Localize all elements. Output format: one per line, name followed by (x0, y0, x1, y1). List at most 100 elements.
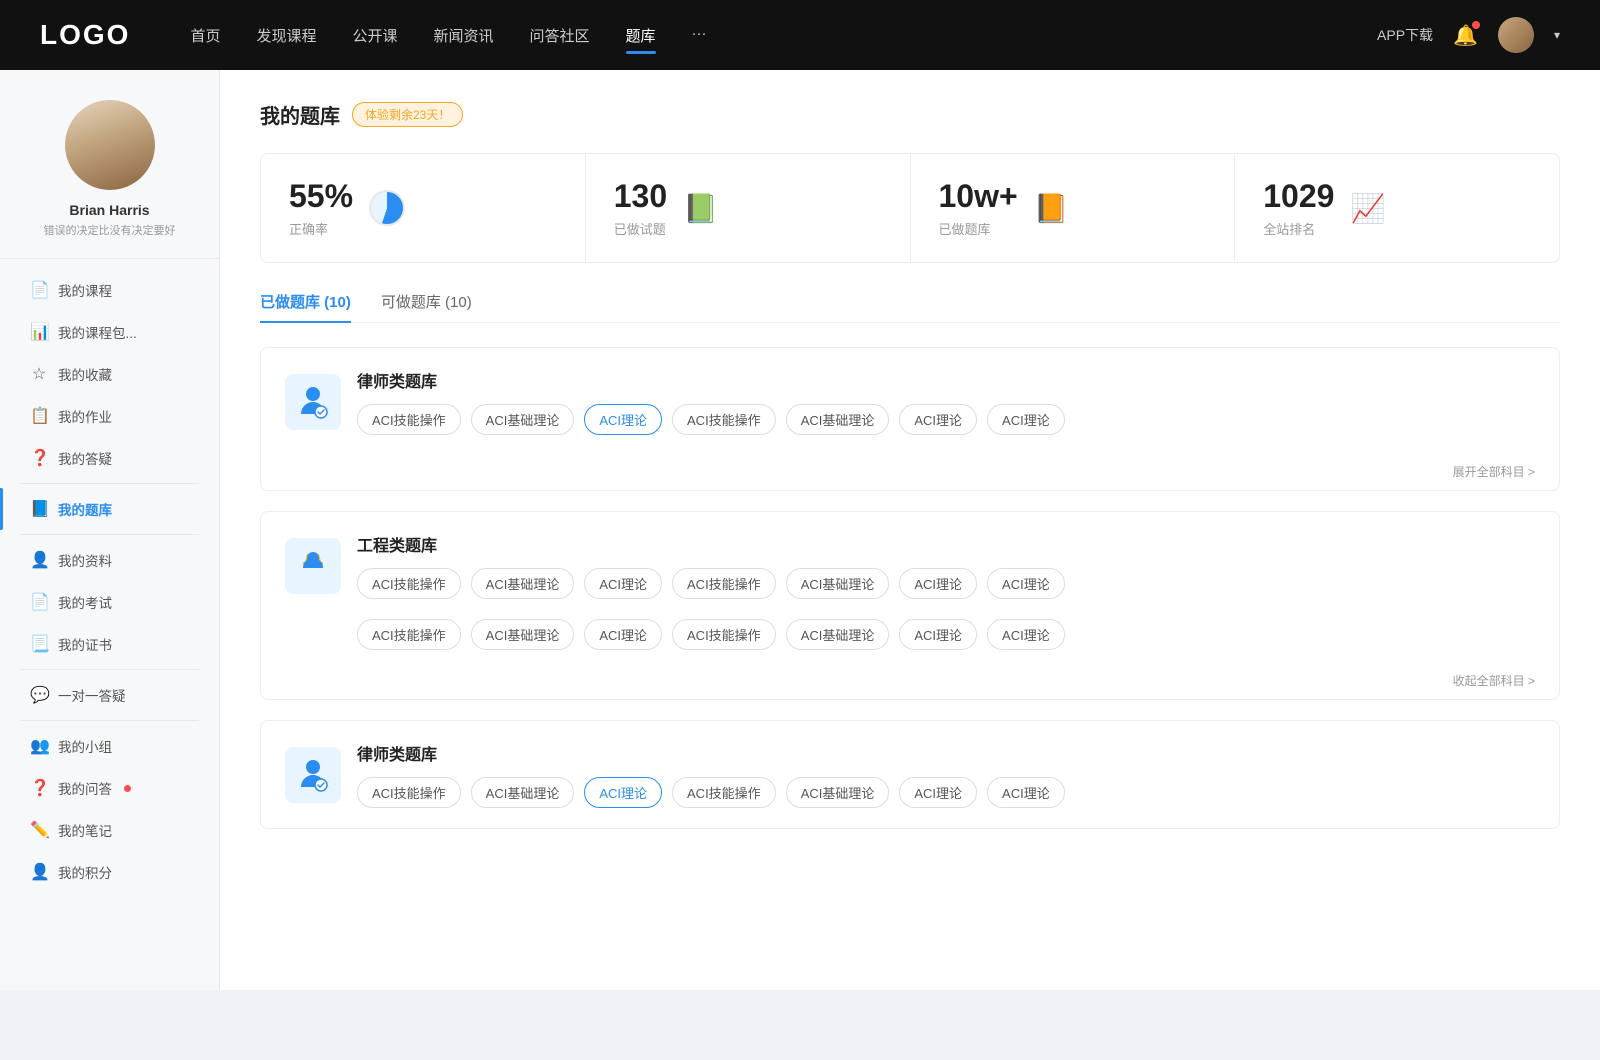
tag-ACI基础理论[interactable]: ACI基础理论 (471, 777, 575, 808)
sidebar-item-我的考试[interactable]: 📄我的考试 (0, 581, 219, 623)
sidebar-item-我的题库[interactable]: 📘我的题库 (0, 488, 219, 530)
sidebar: Brian Harris 错误的决定比没有决定要好 📄我的课程📊我的课程包...… (0, 70, 220, 990)
user-avatar-nav[interactable] (1498, 17, 1534, 53)
sidebar-item-label: 我的证书 (58, 634, 112, 654)
doc-green-icon: 📗 (683, 192, 718, 225)
user-menu-chevron[interactable]: ▾ (1554, 28, 1560, 42)
app-download-button[interactable]: APP下载 (1377, 25, 1433, 45)
expand-link[interactable]: 收起全部科目 > (1453, 672, 1535, 689)
expand-link[interactable]: 展开全部科目 > (1453, 463, 1535, 480)
bank-title: 律师类题库 (357, 368, 1535, 392)
sidebar-divider (20, 669, 199, 670)
sidebar-item-我的问答[interactable]: ❓我的问答 (0, 767, 219, 809)
sidebar-item-icon: ☆ (30, 364, 48, 384)
tag-ACI理论[interactable]: ACI理论 (899, 404, 977, 435)
sidebar-menu: 📄我的课程📊我的课程包...☆我的收藏📋我的作业❓我的答疑📘我的题库👤我的资料📄… (0, 259, 219, 903)
bank-header: 工程类题库 ACI技能操作 ACI基础理论 ACI理论 ACI技能操作 ACI基础理论 A… (261, 512, 1559, 619)
bank-title: 工程类题库 (357, 532, 1535, 556)
sidebar-item-我的答疑[interactable]: ❓我的答疑 (0, 437, 219, 479)
tag-ACI理论[interactable]: ACI理论 (987, 619, 1065, 650)
tag-ACI理论[interactable]: ACI理论 (987, 404, 1065, 435)
stat-value: 10w+ (939, 178, 1018, 215)
tag-ACI理论[interactable]: ACI理论 (584, 777, 662, 808)
bank-section-2: 律师类题库 ACI技能操作ACI基础理论ACI理论ACI技能操作ACI基础理论A… (260, 720, 1560, 829)
tag-ACI技能操作[interactable]: ACI技能操作 (357, 404, 461, 435)
profile-slogan: 错误的决定比没有决定要好 (20, 222, 199, 238)
sidebar-item-label: 我的收藏 (58, 364, 112, 384)
tag-ACI技能操作[interactable]: ACI技能操作 (672, 568, 776, 599)
logo[interactable]: LOGO (40, 19, 130, 51)
tag-ACI技能操作[interactable]: ACI技能操作 (672, 619, 776, 650)
tag-ACI理论[interactable]: ACI理论 (584, 619, 662, 650)
tag-ACI技能操作[interactable]: ACI技能操作 (672, 404, 776, 435)
nav-link-发现课程[interactable]: 发现课程 (256, 21, 316, 50)
stat-label: 正确率 (289, 219, 353, 238)
tag-ACI理论[interactable]: ACI理论 (899, 568, 977, 599)
tag-ACI技能操作[interactable]: ACI技能操作 (672, 777, 776, 808)
sidebar-item-icon: 👤 (30, 862, 48, 882)
notification-red-dot (124, 785, 131, 792)
tag-ACI技能操作[interactable]: ACI技能操作 (357, 619, 461, 650)
sidebar-item-我的证书[interactable]: 📃我的证书 (0, 623, 219, 665)
sidebar-item-我的课程[interactable]: 📄我的课程 (0, 269, 219, 311)
sidebar-divider (20, 534, 199, 535)
tag-ACI技能操作[interactable]: ACI技能操作 (357, 777, 461, 808)
sidebar-item-我的课程包...[interactable]: 📊我的课程包... (0, 311, 219, 353)
tag-ACI技能操作[interactable]: ACI技能操作 (357, 568, 461, 599)
tab-已做题库 (10)[interactable]: 已做题库 (10) (260, 291, 351, 322)
nav-link-首页[interactable]: 首页 (190, 21, 220, 50)
stat-label: 全站排名 (1263, 219, 1334, 238)
bank-sections: 律师类题库 ACI技能操作 ACI基础理论 ACI理论 ACI技能操作 ACI基础理论 A… (260, 347, 1560, 829)
bank-footer: 展开全部科目 > (261, 455, 1559, 490)
tag-ACI理论[interactable]: ACI理论 (899, 619, 977, 650)
sidebar-item-icon: 📄 (30, 280, 48, 300)
notification-dot (1472, 21, 1480, 29)
nav-link-问答社区[interactable]: 问答社区 (530, 21, 590, 50)
tag-ACI基础理论[interactable]: ACI基础理论 (786, 404, 890, 435)
tag-ACI基础理论[interactable]: ACI基础理论 (471, 619, 575, 650)
sidebar-item-label: 我的作业 (58, 406, 112, 426)
tag-ACI理论[interactable]: ACI理论 (899, 777, 977, 808)
nav-links: 首页 发现课程 公开课 新闻资讯 问答社区 题库 ··· (190, 21, 1377, 50)
sidebar-divider (20, 483, 199, 484)
tag-ACI基础理论[interactable]: ACI基础理论 (786, 619, 890, 650)
main-content: 我的题库 体验剩余23天！ 55% 正确率 130 已做试题 📗 10w+ 已做… (220, 70, 1600, 990)
stat-value: 55% (289, 178, 353, 215)
tag-ACI基础理论[interactable]: ACI基础理论 (471, 568, 575, 599)
stat-label: 已做试题 (614, 219, 667, 238)
avatar-image (65, 100, 155, 190)
sidebar-item-label: 我的问答 (58, 778, 112, 798)
stat-value: 1029 (1263, 178, 1334, 215)
stats-row: 55% 正确率 130 已做试题 📗 10w+ 已做题库 📙 1029 全站排名… (260, 153, 1560, 263)
sidebar-item-我的笔记[interactable]: ✏️我的笔记 (0, 809, 219, 851)
sidebar-item-我的收藏[interactable]: ☆ 我的收藏 (0, 353, 219, 395)
tag-ACI理论[interactable]: ACI理论 (987, 777, 1065, 808)
bank-icon (285, 747, 341, 803)
tag-ACI基础理论[interactable]: ACI基础理论 (786, 777, 890, 808)
tag-ACI理论[interactable]: ACI理论 (584, 568, 662, 599)
sidebar-item-我的作业[interactable]: 📋我的作业 (0, 395, 219, 437)
stat-card-已做题库: 10w+ 已做题库 📙 (911, 154, 1236, 262)
nav-link-公开课[interactable]: 公开课 (352, 21, 397, 50)
sidebar-item-label: 我的资料 (58, 550, 112, 570)
tag-ACI基础理论[interactable]: ACI基础理论 (471, 404, 575, 435)
tag-ACI理论[interactable]: ACI理论 (987, 568, 1065, 599)
tab-可做题库 (10)[interactable]: 可做题库 (10) (381, 291, 472, 322)
sidebar-item-我的积分[interactable]: 👤我的积分 (0, 851, 219, 893)
stat-card-已做试题: 130 已做试题 📗 (586, 154, 911, 262)
tag-ACI基础理论[interactable]: ACI基础理论 (786, 568, 890, 599)
sidebar-item-label: 一对一答疑 (58, 685, 126, 705)
nav-link-题库[interactable]: 题库 (626, 21, 656, 50)
tag-ACI理论[interactable]: ACI理论 (584, 404, 662, 435)
bank-footer: 收起全部科目 > (261, 664, 1559, 699)
sidebar-item-我的资料[interactable]: 👤我的资料 (0, 539, 219, 581)
sidebar-item-label: 我的题库 (58, 499, 112, 519)
profile-name: Brian Harris (20, 202, 199, 218)
sidebar-item-我的小组[interactable]: 👥我的小组 (0, 725, 219, 767)
nav-link-···[interactable]: ··· (692, 21, 707, 50)
page-wrapper: Brian Harris 错误的决定比没有决定要好 📄我的课程📊我的课程包...… (0, 70, 1600, 990)
notification-bell[interactable]: 🔔 (1453, 23, 1478, 48)
sidebar-item-一对一答疑[interactable]: 💬一对一答疑 (0, 674, 219, 716)
nav-link-新闻资讯[interactable]: 新闻资讯 (434, 21, 494, 50)
sidebar-item-icon: 📊 (30, 322, 48, 342)
